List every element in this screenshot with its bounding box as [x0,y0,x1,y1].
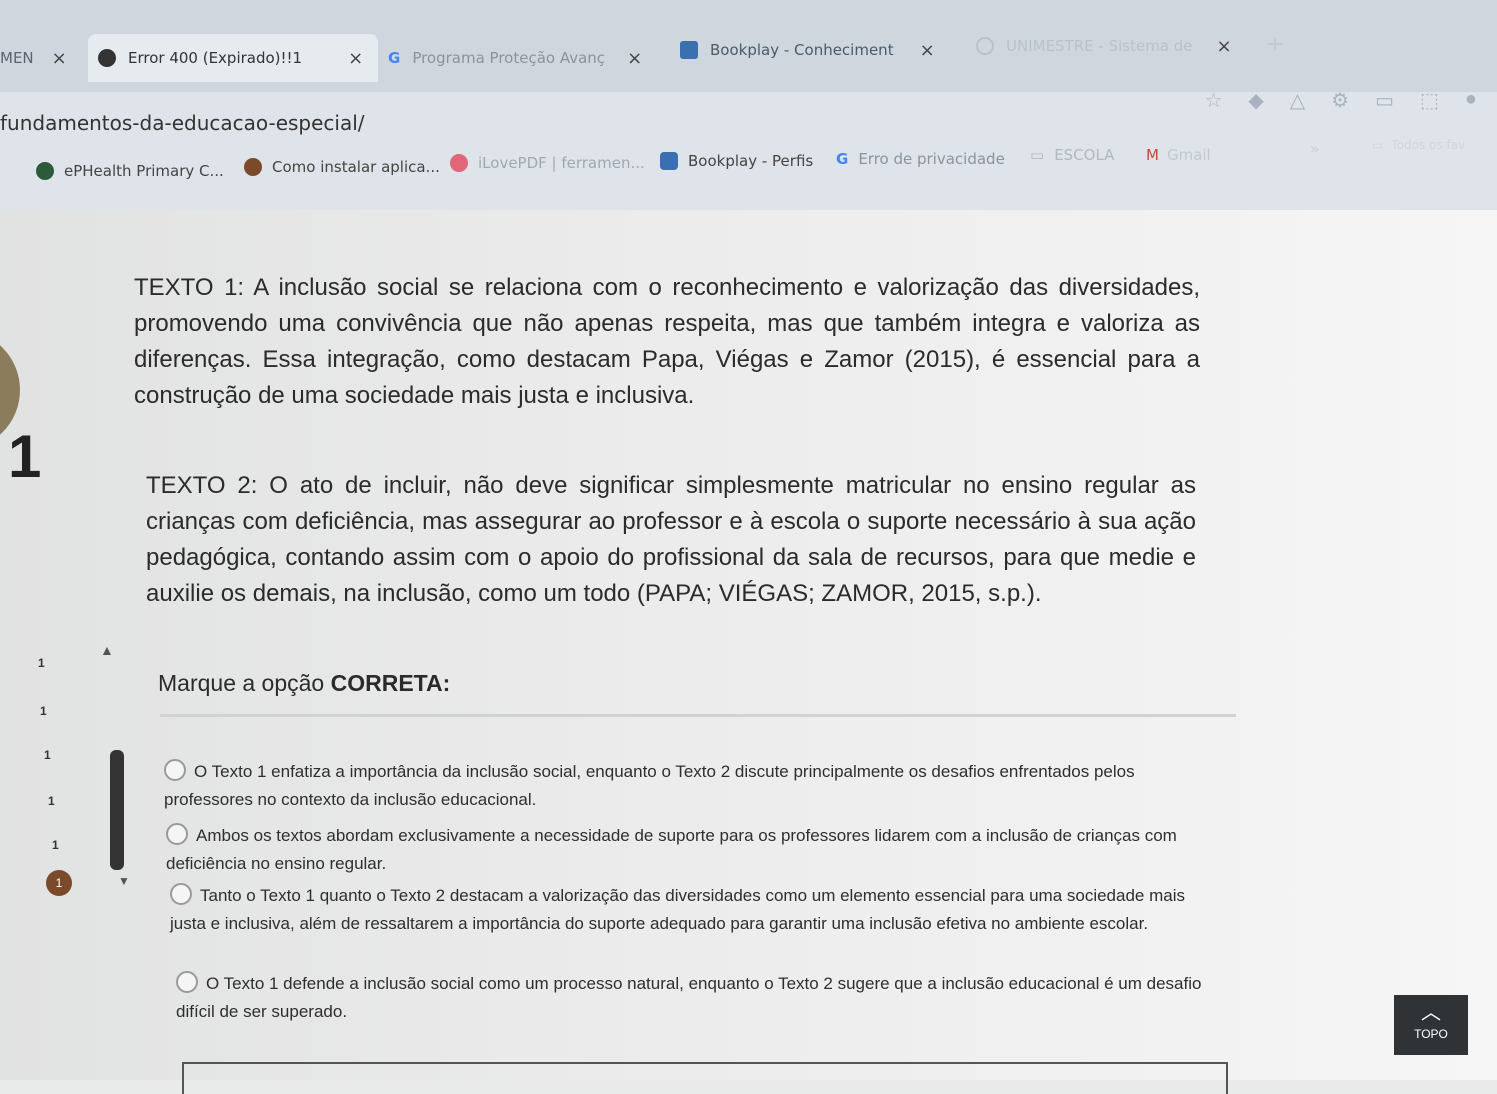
bookmark-como-instalar[interactable]: Como instalar aplica... [244,158,440,176]
option-text: O Texto 1 defende a inclusão social como… [176,974,1202,1021]
bookmark-label: Gmail [1166,146,1211,164]
gmail-icon: M [1146,146,1159,164]
tab-unimestre[interactable]: UNIMESTRE - Sistema de × [976,22,1232,70]
nav-question-item[interactable]: 1 [44,748,51,762]
option-text: Ambos os textos abordam exclusivamente a… [166,826,1177,873]
question-page: 1 ▲ 1 1 1 1 1 1 ▼ TEXTO 1: A inclusão so… [0,210,1497,1094]
app-icon [244,158,262,176]
chevron-up-icon: ︿ [1421,1002,1441,1024]
tab-label: UNIMESTRE - Sistema de [1006,37,1193,55]
nav-current-question[interactable]: 1 [46,870,72,896]
bookmark-gmail[interactable]: M Gmail [1146,146,1211,164]
folder-icon: ▭ [1372,138,1384,152]
bookmarks-bar: ePHealth Primary C... Como instalar apli… [0,138,1497,202]
radio-button[interactable] [166,823,188,845]
answer-option-2[interactable]: Ambos os textos abordam exclusivamente a… [166,822,1206,878]
nav-down-icon[interactable]: ▼ [118,874,130,888]
bookmark-ephealth[interactable]: ePHealth Primary C... [36,162,224,180]
radio-button[interactable] [176,971,198,993]
bookmark-label: Bookplay - Perfis [688,152,814,170]
texto-1: TEXTO 1: A inclusão social se relaciona … [134,274,1200,409]
radio-button[interactable] [164,759,186,781]
question-number: 1 [8,423,42,490]
tab-strip: MEN × Error 400 (Expirado)!!1 × G Progra… [0,0,1497,92]
ephealth-icon [36,162,54,180]
folder-icon: ▭ [1030,146,1045,164]
unimestre-icon [976,37,994,55]
option-text: O Texto 1 enfatiza a importância da incl… [164,762,1135,809]
tab-programa-protecao[interactable]: G Programa Proteção Avanç × [388,34,642,82]
prompt-emphasis: CORRETA: [330,670,451,696]
bookmark-bookplay-perfis[interactable]: Bookplay - Perfis [660,152,813,170]
toolbar-icons: ☆ ◆ △ ⚙ ▭ ⬚ ● [1204,88,1477,113]
nav-question-item[interactable]: 1 [52,838,59,852]
close-icon[interactable]: × [52,48,67,69]
translate-icon[interactable]: ▭ [1375,88,1394,113]
extension-icon[interactable]: ◆ [1248,88,1263,113]
nav-up-icon[interactable]: ▲ [100,642,114,658]
tab-bookplay[interactable]: Bookplay - Conheciment × [680,26,935,74]
nav-question-item[interactable]: 1 [40,704,47,718]
prompt-text: Marque a opção [158,670,331,696]
more-bookmarks-icon[interactable]: » [1310,140,1319,158]
question-prompt: Marque a opção CORRETA: [158,670,450,697]
star-icon[interactable]: ☆ [1204,88,1222,113]
url-text[interactable]: fundamentos-da-educacao-especial/ [0,111,365,135]
google-icon: G [836,150,849,168]
bookmark-erro-privacidade[interactable]: G Erro de privacidade [836,150,1005,168]
ilovepdf-icon [450,154,468,172]
browser-chrome: MEN × Error 400 (Expirado)!!1 × G Progra… [0,0,1497,210]
bookplay-icon [660,152,678,170]
bookmark-ilovepdf[interactable]: iLovePDF | ferramen... [450,154,645,172]
new-tab-button[interactable]: + [1266,20,1284,68]
profile-icon[interactable]: ● [1465,88,1477,113]
nav-scrollbar[interactable] [110,750,124,870]
answer-option-1[interactable]: O Texto 1 enfatiza a importância da incl… [164,758,1204,814]
option-text: Tanto o Texto 1 quanto o Texto 2 destaca… [170,886,1185,933]
puzzle-icon[interactable]: ⬚ [1420,88,1439,113]
bookmark-label: Todos os fav [1391,138,1466,152]
bookmark-label: iLovePDF | ferramen... [478,154,645,172]
nav-question-item[interactable]: 1 [48,794,55,808]
close-icon[interactable]: × [348,48,363,69]
bookmark-label: ePHealth Primary C... [64,162,224,180]
question-navigator: 1 ▲ 1 1 1 1 1 1 ▼ [0,210,130,1080]
bookmark-label: Como instalar aplica... [272,158,440,176]
answer-option-3[interactable]: Tanto o Texto 1 quanto o Texto 2 destaca… [170,882,1210,938]
close-icon[interactable]: × [920,40,935,61]
tab-error-400[interactable]: Error 400 (Expirado)!!1 × [88,34,378,82]
tab-label: Programa Proteção Avanç [412,49,606,67]
tab-men[interactable]: MEN × [0,34,67,82]
settings-icon[interactable]: ⚙ [1331,88,1349,113]
globe-icon [98,49,116,67]
tab-label: Error 400 (Expirado)!!1 [128,49,303,67]
texto-2: TEXTO 2: O ato de incluir, não deve sign… [146,472,1196,607]
tab-label: MEN [0,49,34,67]
nav-question-item[interactable]: 1 [38,656,45,670]
next-section-box [182,1062,1228,1094]
drive-icon[interactable]: △ [1290,88,1305,113]
answer-option-4[interactable]: O Texto 1 defende a inclusão social como… [176,970,1216,1026]
bookmark-escola[interactable]: ▭ ESCOLA [1030,146,1114,164]
bookplay-icon [680,41,698,59]
close-icon[interactable]: × [1217,36,1232,57]
google-icon: G [388,49,401,67]
back-to-top-button[interactable]: ︿ TOPO [1394,995,1468,1055]
divider [160,714,1236,717]
tab-label: Bookplay - Conheciment [710,41,894,59]
close-icon[interactable]: × [627,48,642,69]
bookmark-todos-favoritos[interactable]: ▭ Todos os fav [1372,138,1465,152]
radio-button[interactable] [170,883,192,905]
bookmark-label: ESCOLA [1054,146,1115,164]
bookmark-label: Erro de privacidade [858,150,1005,168]
topo-label: TOPO [1414,1027,1448,1041]
